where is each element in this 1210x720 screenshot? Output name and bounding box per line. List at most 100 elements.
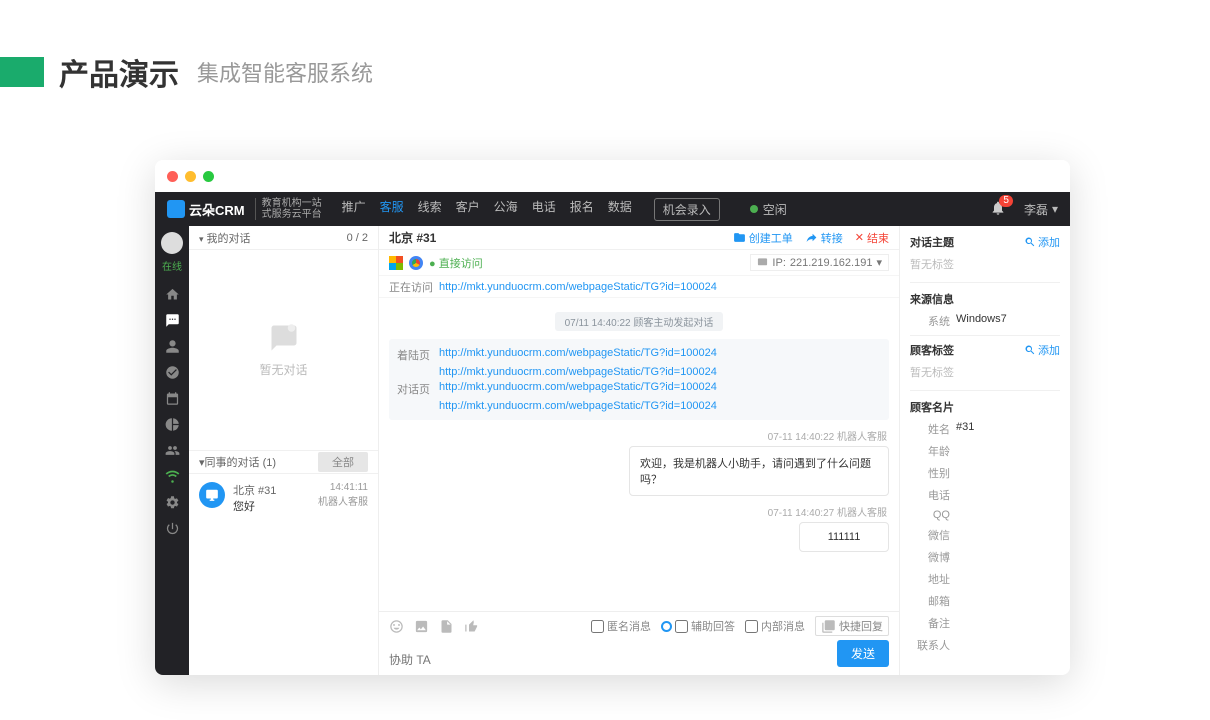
emoji-icon[interactable] [389,619,404,634]
slide-title: 产品演示 [59,50,179,94]
card-field: 年龄 [910,443,1060,459]
slide-title-bar: 产品演示 集成智能客服系统 [0,0,1210,94]
logo-subtitle: 教育机构一站式服务云平台 [255,198,322,220]
side-rail: 在线 [155,226,189,675]
nav-phone[interactable]: 电话 [532,198,556,221]
message-input[interactable] [389,653,837,667]
empty-state: 暂无对话 [189,250,378,450]
bot-message: 欢迎，我是机器人小助手，请问遇到了什么问题吗？ [629,446,889,496]
monitor-icon [199,482,225,508]
conversation-item[interactable]: 北京 #31 您好 14:41:11 机器人客服 [189,474,378,522]
monitor-small-icon [757,257,768,268]
record-opportunity-button[interactable]: 机会录入 [654,198,720,221]
accent-block [0,57,44,87]
nav-data[interactable]: 数据 [608,198,632,221]
maximize-dot[interactable] [203,171,214,182]
opt-assist[interactable]: 辅助回答 [661,618,735,634]
conversation-list: ▾我的对话 0 / 2 暂无对话 ▾同事的对话 (1) 全部 北京 #31 您好 [189,226,379,675]
rail-power[interactable] [155,515,189,541]
rail-chat[interactable] [155,307,189,333]
nav-pool[interactable]: 公海 [494,198,518,221]
nav-service[interactable]: 客服 [380,198,404,221]
rail-status: 在线 [162,258,182,273]
logo-icon [167,200,185,218]
chevron-down-icon: ▾ [1052,202,1058,216]
logo-text: 云朵CRM [189,200,245,219]
windows-icon [389,256,403,270]
chat-empty-icon [269,323,299,353]
chat-panel: 北京 #31 创建工单 转接 ✕ 结束 [379,226,900,675]
search-icon [1024,344,1036,356]
nav-promo[interactable]: 推广 [342,198,366,221]
peer-conv-header[interactable]: ▾同事的对话 (1) 全部 [189,450,378,474]
close-icon: ✕ [855,231,864,244]
window-controls [155,160,1070,192]
nav-leads[interactable]: 线索 [418,198,442,221]
send-button[interactable]: 发送 [837,640,889,667]
my-conv-count: 0 / 2 [347,232,368,244]
transfer-icon [805,231,818,244]
create-ticket-button[interactable]: 创建工单 [733,230,793,246]
opt-anonymous[interactable]: 匿名消息 [591,618,651,634]
logo[interactable]: 云朵CRM 教育机构一站式服务云平台 [167,198,322,220]
card-field: 备注 [910,615,1060,631]
card-field: 联系人 [910,637,1060,653]
card-field: QQ [910,509,1060,521]
rail-calendar[interactable] [155,385,189,411]
card-field: 地址 [910,571,1060,587]
bot-message: 111111 [799,522,889,552]
card-field: 微信 [910,527,1060,543]
transfer-button[interactable]: 转接 [805,230,843,246]
card-field: 姓名#31 [910,421,1060,437]
rail-settings[interactable] [155,489,189,515]
notifications-button[interactable]: 5 [990,200,1006,219]
rail-home[interactable] [155,281,189,307]
chevron-down-icon[interactable]: ▾ [876,256,882,269]
quick-reply-button[interactable]: 快捷回复 [815,616,889,636]
subject-title: 对话主题 [910,234,954,250]
nav-signup[interactable]: 报名 [570,198,594,221]
rail-stats[interactable] [155,411,189,437]
status-label: 空闲 [763,201,787,218]
agent-status[interactable]: 空闲 [750,201,787,218]
avatar[interactable] [161,232,183,254]
nav-items: 推广 客服 线索 客户 公海 电话 报名 数据 机会录入 [342,198,720,221]
card-field: 电话 [910,487,1060,503]
rail-person[interactable] [155,333,189,359]
username-label: 李磊 [1024,201,1048,218]
end-button[interactable]: ✕ 结束 [855,230,889,246]
ticket-icon [733,231,746,244]
rail-check[interactable] [155,359,189,385]
rail-group[interactable] [155,437,189,463]
card-field: 性别 [910,465,1060,481]
minimize-dot[interactable] [185,171,196,182]
top-nav: 云朵CRM 教育机构一站式服务云平台 推广 客服 线索 客户 公海 电话 报名 … [155,192,1070,226]
image-icon[interactable] [414,619,429,634]
thumbs-up-icon[interactable] [464,619,479,634]
input-area: 匿名消息 辅助回答 内部消息 快捷回复 发送 [379,611,899,675]
card-field: 微博 [910,549,1060,565]
attachment-icon[interactable] [439,619,454,634]
slide-subtitle: 集成智能客服系统 [197,56,373,88]
add-tag-button[interactable]: 添加 [1024,342,1060,358]
search-icon [1024,236,1036,248]
chat-title: 北京 #31 [389,229,436,246]
page-info-block: 着陆页http://mkt.yunduocrm.com/webpageStati… [389,339,889,420]
nav-customers[interactable]: 客户 [456,198,480,221]
notification-badge: 5 [999,195,1013,207]
status-dot-icon [750,205,758,213]
card-field: 邮箱 [910,593,1060,609]
opt-internal[interactable]: 内部消息 [745,618,805,634]
add-subject-button[interactable]: 添加 [1024,234,1060,250]
rail-wifi[interactable] [155,463,189,489]
user-menu[interactable]: 李磊 ▾ [1024,201,1058,218]
ip-box: IP: 221.219.162.191 ▾ [750,254,889,271]
tab-all[interactable]: 全部 [318,452,368,472]
book-icon [821,619,836,634]
my-conv-header[interactable]: ▾我的对话 0 / 2 [189,226,378,250]
right-panel: 对话主题 添加 暂无标签 来源信息 系统Windows7 顾客标签 添加 [900,226,1070,675]
visiting-link[interactable]: http://mkt.yunduocrm.com/webpageStatic/T… [439,281,717,293]
chrome-icon [409,256,423,270]
close-dot[interactable] [167,171,178,182]
timestamp-pill: 07/11 14:40:22 顾客主动发起对话 [555,312,724,331]
